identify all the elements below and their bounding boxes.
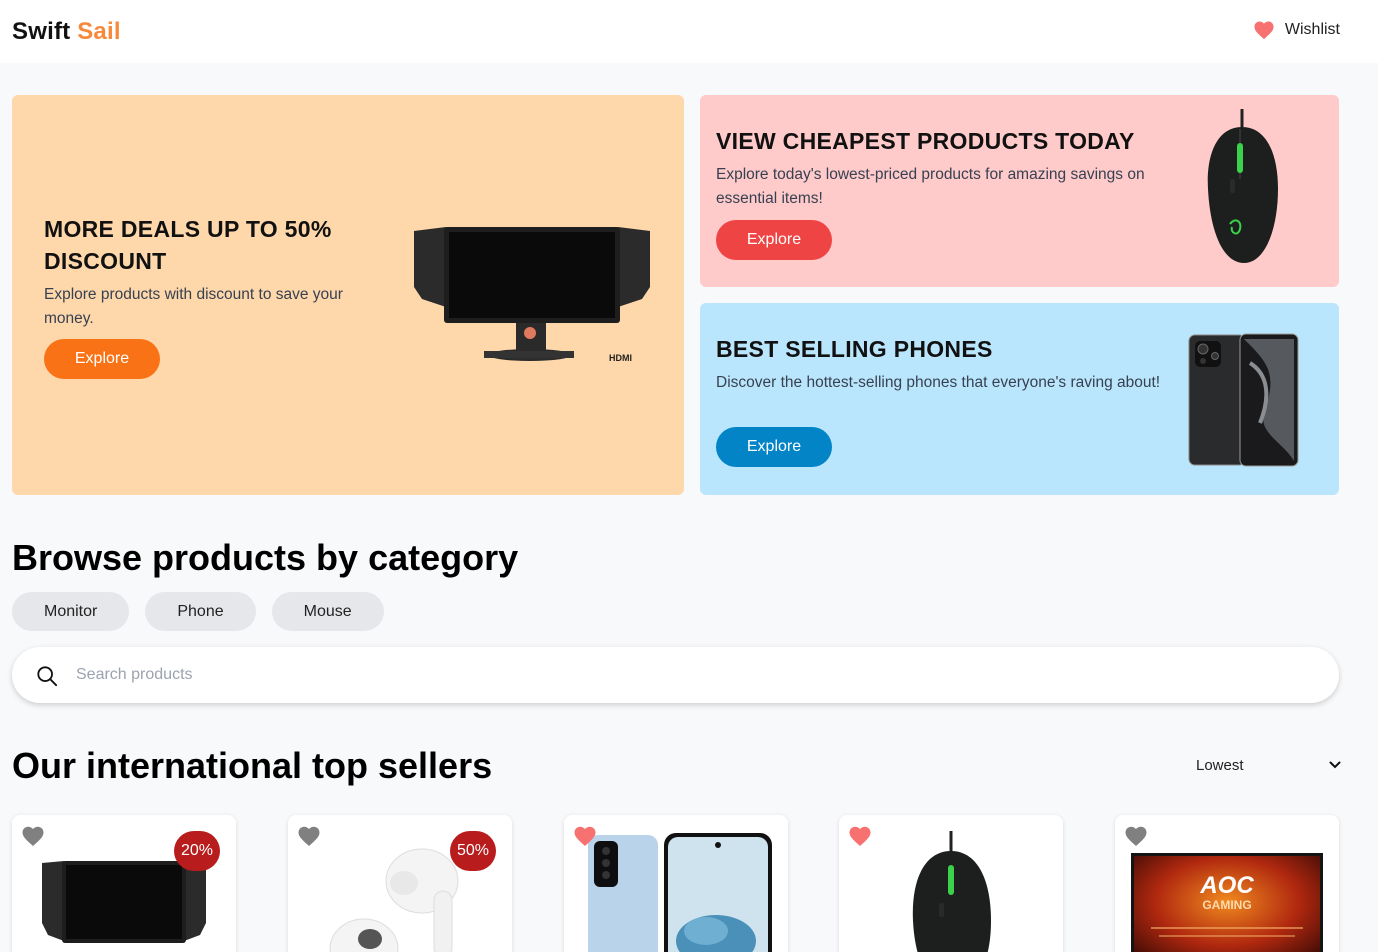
banner-best-selling-phones: BEST SELLING PHONES Discover the hottest… [700, 303, 1339, 495]
brand-name-part2: Sail [77, 18, 121, 45]
search-bar [12, 647, 1339, 703]
explore-cheapest-button[interactable]: Explore [716, 220, 832, 260]
banner-title: BEST SELLING PHONES [716, 336, 993, 362]
banner-cheapest-products: VIEW CHEAPEST PRODUCTS TODAY Explore tod… [700, 95, 1339, 287]
brand-name-part1: Swift [12, 18, 71, 45]
banner-description: Explore products with discount to save y… [44, 286, 343, 327]
aoc-gaming-text: GAMING [1202, 898, 1251, 912]
banner-title: MORE DEALS UP TO 50% DISCOUNT [44, 216, 332, 274]
category-chip-mouse[interactable]: Mouse [271, 592, 384, 631]
product-card[interactable]: 20% [12, 815, 236, 952]
sort-select[interactable]: Lowest [1196, 752, 1341, 778]
discount-badge: 50% [450, 831, 496, 871]
top-navbar: Swift Sail Wishlist [0, 0, 1378, 63]
search-input[interactable] [76, 661, 1296, 689]
search-icon [37, 666, 58, 687]
wishlist-heart-icon[interactable] [297, 825, 321, 847]
chevron-down-icon [1329, 761, 1341, 769]
brand-logo[interactable]: Swift Sail [12, 18, 121, 46]
banner-description: Explore today's lowest-priced products f… [716, 166, 1145, 207]
top-sellers-heading: Our international top sellers [12, 745, 493, 786]
wishlist-heart-icon[interactable] [848, 825, 872, 847]
category-chip-list: Monitor Phone Mouse [12, 592, 384, 631]
banner-description: Discover the hottest-selling phones that… [716, 374, 1161, 391]
product-image [580, 831, 772, 952]
product-card[interactable]: 50% [288, 815, 512, 952]
wishlist-link[interactable]: Wishlist [1253, 20, 1340, 40]
monitor-image: HDMI [414, 227, 650, 363]
gaming-mouse-image [1207, 109, 1278, 263]
explore-deals-button[interactable]: Explore [44, 339, 160, 379]
wishlist-heart-icon[interactable] [1124, 825, 1148, 847]
product-image: AOC GAMING [1131, 831, 1323, 952]
wishlist-label: Wishlist [1284, 21, 1340, 38]
banner-discount-deals: MORE DEALS UP TO 50% DISCOUNT Explore pr… [12, 95, 684, 495]
category-chip-monitor[interactable]: Monitor [12, 592, 130, 631]
product-card[interactable] [839, 815, 1063, 952]
category-chip-phone[interactable]: Phone [145, 592, 256, 631]
banner-title: VIEW CHEAPEST PRODUCTS TODAY [716, 128, 1135, 154]
discount-badge: 20% [174, 831, 220, 871]
heart-icon [1254, 21, 1274, 40]
product-card[interactable]: AOC GAMING [1115, 815, 1339, 952]
browse-category-heading: Browse products by category [12, 537, 519, 578]
wishlist-heart-icon[interactable] [573, 825, 597, 847]
sort-selected-value: Lowest [1196, 756, 1244, 774]
explore-phones-button[interactable]: Explore [716, 427, 832, 467]
product-image [855, 831, 1047, 952]
phone-image [1188, 333, 1299, 467]
wishlist-heart-icon[interactable] [21, 825, 45, 847]
aoc-logo-text: AOC [1199, 872, 1254, 899]
product-card[interactable] [564, 815, 788, 952]
svg-text:HDMI: HDMI [609, 353, 632, 363]
